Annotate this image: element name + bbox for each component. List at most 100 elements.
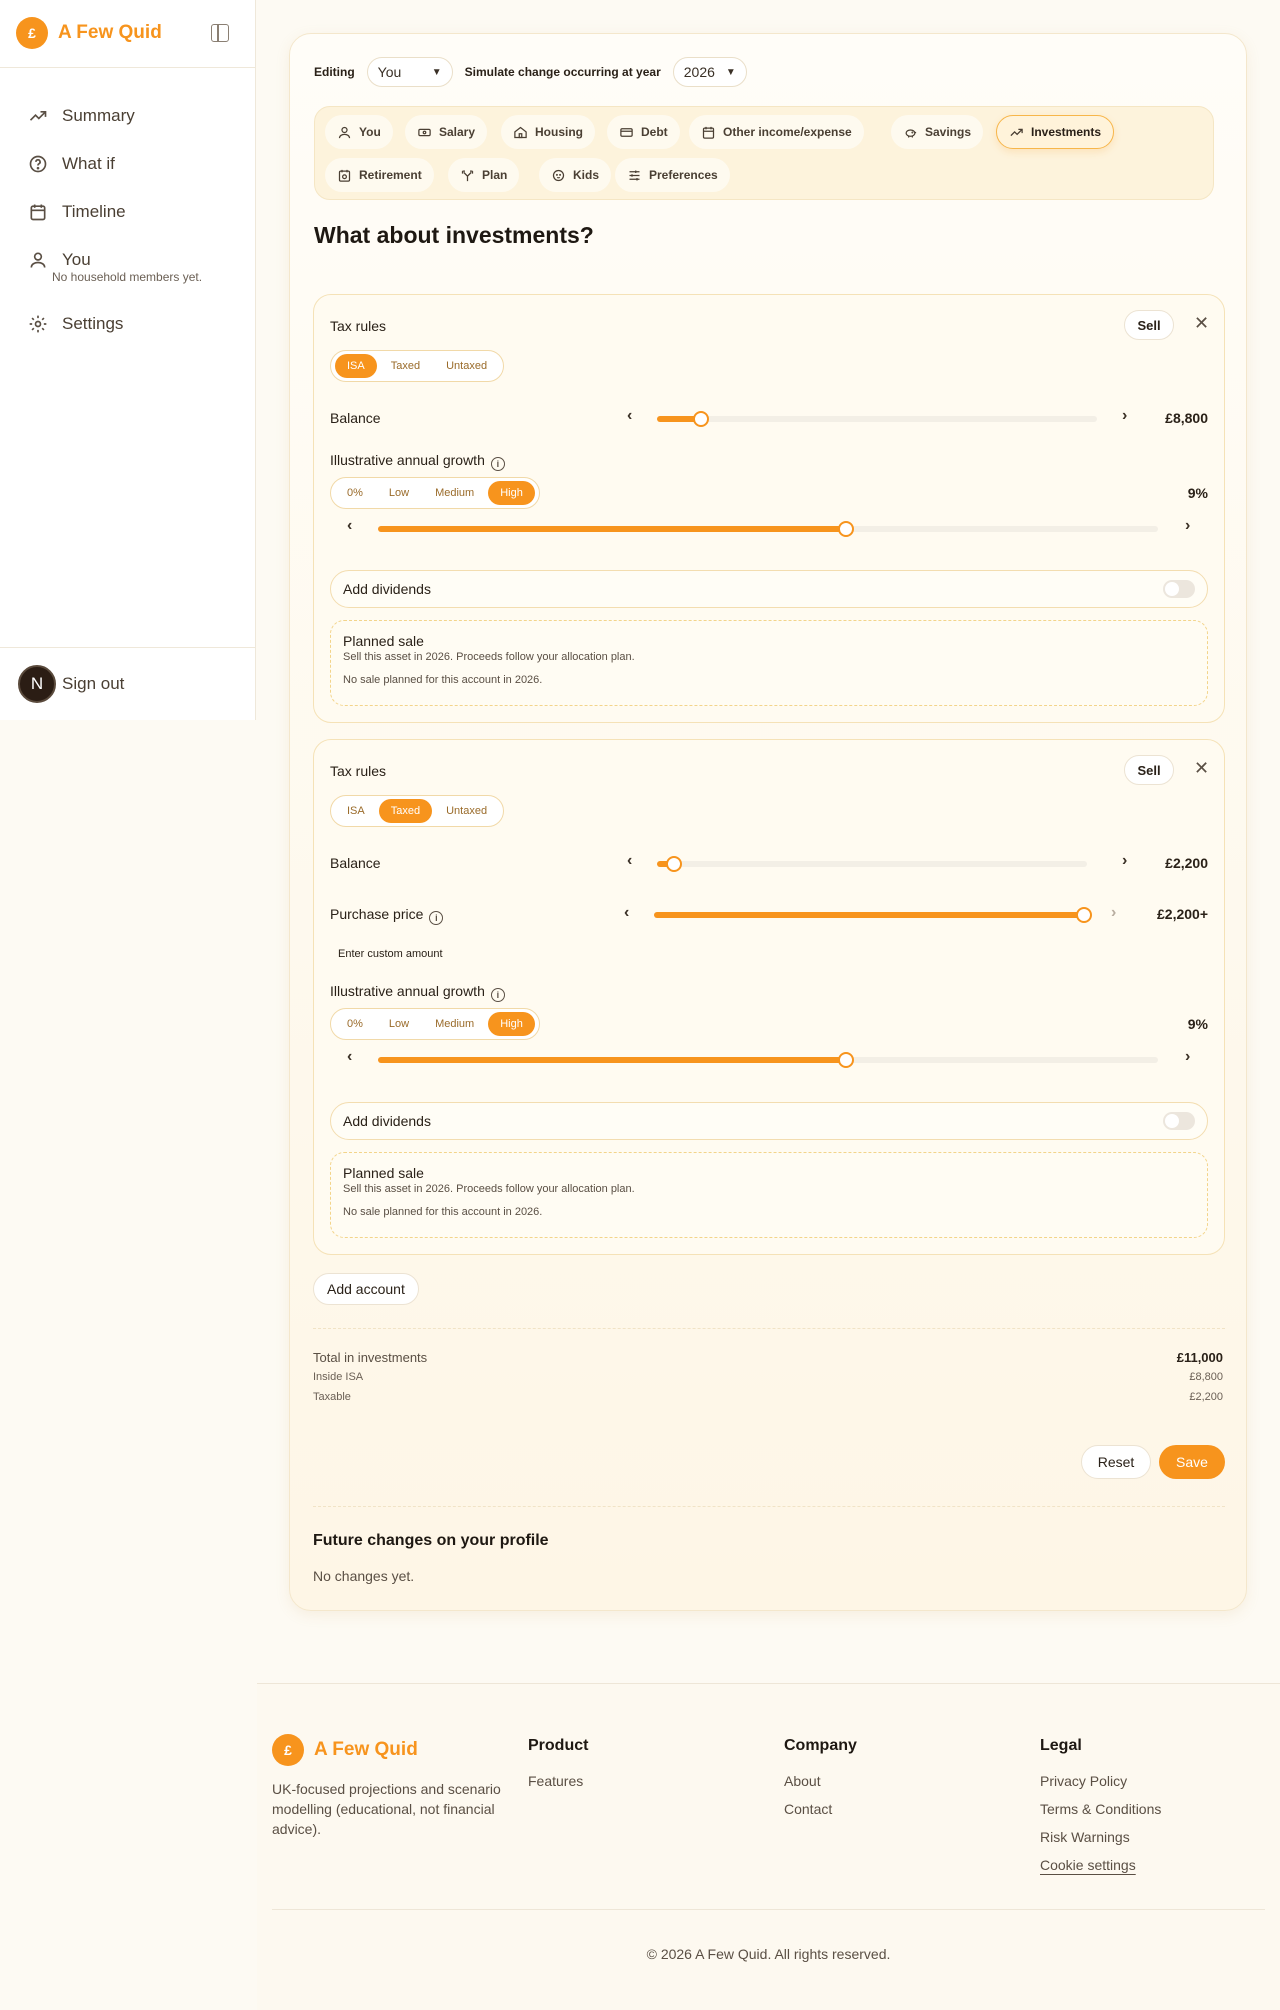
divider (313, 1506, 1225, 1507)
tax-option-untaxed[interactable]: Untaxed (434, 354, 499, 378)
slider-thumb[interactable] (1076, 907, 1092, 923)
help-circle-icon (29, 155, 47, 173)
reset-button[interactable]: Reset (1081, 1445, 1151, 1479)
add-dividends-row[interactable]: Add dividends (330, 570, 1208, 608)
balance-slider[interactable] (657, 856, 1087, 872)
planned-sale-description: Sell this asset in 2026. Proceeds follow… (343, 1183, 635, 1195)
footer-link-privacy[interactable]: Privacy Policy (1040, 1773, 1161, 1801)
tax-option-isa[interactable]: ISA (335, 799, 377, 823)
growth-label: Illustrative annual growth i (330, 452, 505, 471)
planned-sale-title: Planned sale (343, 1165, 424, 1181)
close-icon[interactable]: ✕ (1194, 313, 1209, 334)
tab-debt[interactable]: Debt (607, 115, 680, 149)
sell-button[interactable]: Sell (1124, 755, 1174, 785)
brand[interactable]: £ A Few Quid (16, 17, 162, 49)
add-dividends-toggle[interactable] (1163, 1112, 1195, 1130)
balance-label: Balance (330, 410, 381, 426)
growth-segment: 0% Low Medium High (330, 1008, 540, 1040)
editing-select[interactable]: You ▼ (366, 57, 453, 87)
sidebar-item-settings[interactable]: Settings (28, 300, 202, 348)
growth-option-medium[interactable]: Medium (423, 481, 486, 505)
footer-brand[interactable]: £ A Few Quid (272, 1734, 418, 1766)
footer-link-features[interactable]: Features (528, 1773, 588, 1801)
tax-rules-segment: ISA Taxed Untaxed (330, 795, 505, 827)
footer-description: UK-focused projections and scenario mode… (272, 1781, 501, 1837)
chevron-left-icon[interactable]: ‹ (347, 517, 352, 535)
tab-investments[interactable]: Investments (996, 115, 1115, 149)
year-select[interactable]: 2026 ▼ (672, 57, 747, 87)
tax-option-isa[interactable]: ISA (335, 354, 377, 378)
growth-slider[interactable] (378, 521, 1158, 537)
growth-slider[interactable] (378, 1052, 1158, 1068)
sidebar-collapse-icon[interactable] (211, 24, 229, 42)
sell-button[interactable]: Sell (1124, 310, 1174, 340)
tab-housing[interactable]: Housing (501, 115, 595, 149)
sliders-icon (629, 170, 640, 180)
chevron-left-icon[interactable]: ‹ (627, 852, 632, 870)
footer-link-risk[interactable]: Risk Warnings (1040, 1829, 1161, 1857)
growth-option-medium[interactable]: Medium (423, 1012, 486, 1036)
balance-value: £2,200 (1165, 855, 1208, 871)
profile-editor-card: Editing You ▼ Simulate change occurring … (289, 33, 1247, 1611)
chevron-right-icon[interactable]: › (1122, 407, 1127, 425)
avatar: N (18, 665, 56, 703)
tax-option-untaxed[interactable]: Untaxed (434, 799, 499, 823)
growth-option-0[interactable]: 0% (335, 481, 375, 505)
tab-retirement[interactable]: Retirement (325, 158, 434, 192)
slider-thumb[interactable] (838, 521, 854, 537)
growth-option-low[interactable]: Low (377, 1012, 421, 1036)
add-dividends-toggle[interactable] (1163, 580, 1195, 598)
chevron-right-icon[interactable]: › (1185, 517, 1190, 535)
add-account-button[interactable]: Add account (313, 1273, 419, 1305)
sidebar-nav: Summary What if Timeline You No househol… (28, 92, 202, 348)
balance-slider[interactable] (657, 411, 1097, 427)
info-icon[interactable]: i (429, 911, 444, 925)
chevron-left-icon[interactable]: ‹ (347, 1048, 352, 1066)
year-select-value: 2026 (683, 64, 715, 80)
piggy-bank-icon (905, 128, 917, 137)
tax-option-taxed[interactable]: Taxed (378, 799, 433, 823)
chevron-right-icon[interactable]: › (1111, 904, 1116, 922)
footer-link-terms[interactable]: Terms & Conditions (1040, 1801, 1161, 1829)
close-icon[interactable]: ✕ (1194, 758, 1209, 779)
chevron-left-icon[interactable]: ‹ (624, 904, 629, 922)
save-button[interactable]: Save (1159, 1445, 1225, 1479)
info-icon[interactable]: i (490, 457, 505, 471)
sidebar-item-timeline[interactable]: Timeline (28, 188, 202, 236)
sign-out-button[interactable]: N Sign out (18, 665, 124, 703)
slider-thumb[interactable] (838, 1052, 854, 1068)
slider-fill (378, 526, 846, 532)
enter-custom-amount-link[interactable]: Enter custom amount (338, 948, 443, 960)
growth-option-0[interactable]: 0% (335, 1012, 375, 1036)
tab-plan[interactable]: Plan (448, 158, 520, 192)
slider-thumb[interactable] (666, 856, 683, 872)
chevron-right-icon[interactable]: › (1122, 852, 1127, 870)
sidebar-item-summary[interactable]: Summary (28, 92, 202, 140)
sidebar-item-what-if[interactable]: What if (28, 140, 202, 188)
info-icon[interactable]: i (490, 988, 505, 1002)
purchase-price-slider[interactable] (654, 907, 1092, 923)
slider-thumb[interactable] (693, 411, 709, 427)
tab-preferences[interactable]: Preferences (615, 158, 730, 192)
footer-link-about[interactable]: About (784, 1773, 857, 1801)
tab-label: Plan (482, 168, 508, 182)
footer-link-contact[interactable]: Contact (784, 1801, 857, 1829)
growth-option-low[interactable]: Low (377, 481, 421, 505)
calendar-clock-icon (338, 169, 351, 182)
footer-link-cookie-settings[interactable]: Cookie settings (1040, 1857, 1161, 1885)
user-icon (338, 126, 351, 138)
tab-you[interactable]: You (325, 115, 393, 149)
tab-label: Housing (535, 125, 583, 139)
growth-option-high[interactable]: High (488, 1012, 535, 1036)
tab-savings[interactable]: Savings (891, 115, 984, 149)
growth-option-high[interactable]: High (488, 481, 535, 505)
tab-label: Savings (925, 125, 972, 139)
tab-salary[interactable]: Salary (405, 115, 488, 149)
add-dividends-row[interactable]: Add dividends (330, 1102, 1208, 1140)
tax-rules-label: Tax rules (330, 763, 387, 779)
tax-option-taxed[interactable]: Taxed (379, 354, 432, 378)
chevron-left-icon[interactable]: ‹ (627, 407, 632, 425)
chevron-right-icon[interactable]: › (1185, 1048, 1190, 1066)
tab-other-income-expense[interactable]: Other income/expense (689, 115, 864, 149)
tab-kids[interactable]: Kids (539, 158, 612, 192)
